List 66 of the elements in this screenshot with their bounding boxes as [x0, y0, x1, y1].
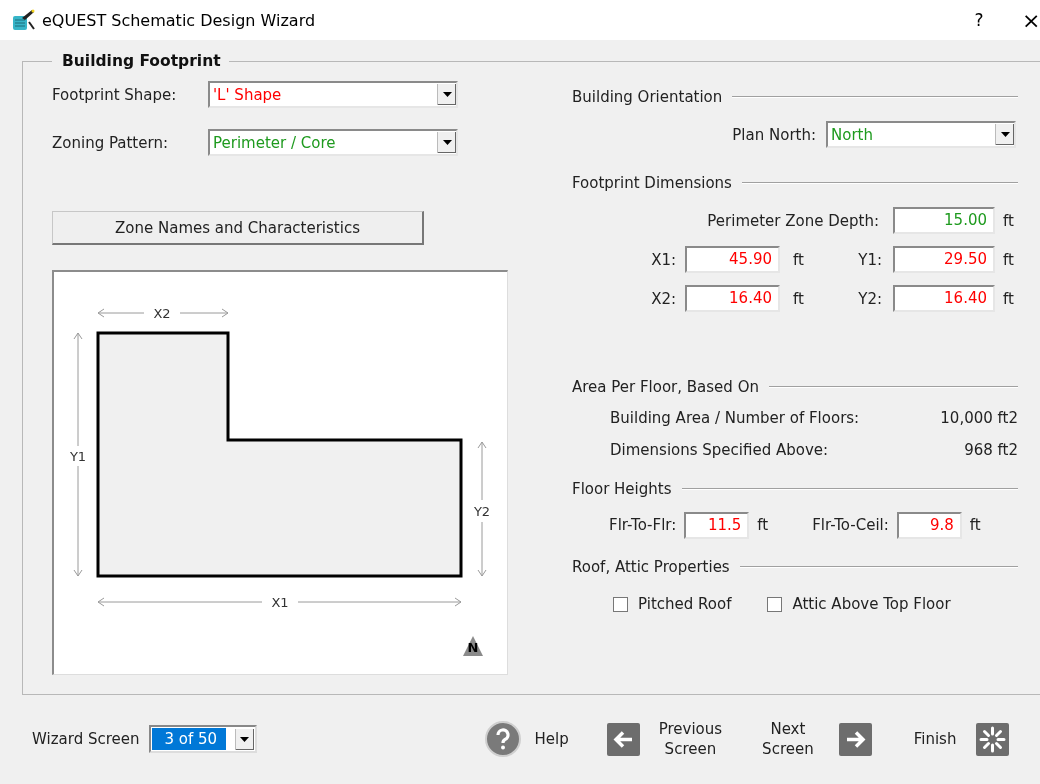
help-icon: [484, 721, 521, 757]
field-label: Footprint Shape:: [52, 85, 178, 104]
number-field[interactable]: 29.50: [893, 246, 995, 273]
section-heading: Floor Heights: [572, 480, 672, 498]
dimension-label: Y2: [473, 503, 491, 519]
caret-icon: [442, 140, 452, 145]
section-heading: Building Orientation: [572, 88, 723, 106]
checkbox[interactable]: [613, 596, 628, 612]
section-heading: Roof, Attic Properties: [572, 558, 730, 576]
caret-icon: [240, 736, 249, 742]
section-heading: Footprint Dimensions: [572, 174, 732, 192]
window-title: eQUEST Schematic Design Wizard: [42, 10, 316, 30]
next-screen-button[interactable]: Next Screen: [762, 719, 872, 759]
number-field[interactable]: 9.8: [896, 511, 962, 539]
dropdown-value: Perimeter / Core: [213, 133, 336, 152]
checkbox[interactable]: [767, 596, 783, 612]
field-label: X1:: [650, 250, 676, 269]
unit-label: ft: [1003, 211, 1014, 230]
app-icon: [12, 9, 36, 31]
dropdown-value: 'L' Shape: [213, 85, 282, 104]
field-label: Perimeter Zone Depth:: [706, 211, 879, 230]
north-arrow-icon: N: [463, 636, 483, 656]
number-field[interactable]: 16.40: [893, 285, 995, 312]
caret-icon: [1000, 132, 1010, 137]
number-field[interactable]: 45.90: [685, 246, 780, 273]
checkbox-label: Attic Above Top Floor: [792, 595, 951, 613]
help-button[interactable]: Help: [484, 721, 569, 757]
field-label: Zoning Pattern:: [52, 133, 169, 152]
field-label: Flr-To-Ceil:: [812, 516, 889, 534]
dropdown[interactable]: North: [826, 121, 1016, 148]
area-value: 10,000 ft2: [940, 409, 1018, 429]
area-label: Building Area / Number of Floors:: [610, 409, 860, 429]
dimension-label: X2: [153, 305, 171, 321]
dropdown[interactable]: 'L' Shape: [208, 81, 458, 108]
help-button[interactable]: ?: [964, 10, 994, 30]
dimension-label: X1: [271, 594, 289, 610]
caret-icon: [442, 92, 452, 97]
field-label: Y2:: [857, 289, 882, 308]
wizard-screen-label: Wizard Screen: [32, 730, 140, 748]
close-button[interactable]: ×: [1022, 7, 1038, 33]
unit-label: ft: [1003, 250, 1014, 269]
dimension-label: Y1: [69, 448, 87, 464]
unit-label: ft: [757, 516, 769, 534]
unit-label: ft: [793, 250, 805, 269]
number-field[interactable]: 16.40: [685, 285, 780, 312]
area-value: 968 ft2: [964, 441, 1018, 461]
section-heading: Area Per Floor, Based On: [572, 378, 759, 396]
finish-button[interactable]: Finish: [913, 722, 1010, 756]
field-label: Y1:: [857, 250, 882, 269]
group-title: Building Footprint: [61, 52, 222, 70]
zone-names-button[interactable]: Zone Names and Characteristics: [52, 211, 424, 245]
unit-label: ft: [793, 289, 805, 308]
dropdown-value: North: [831, 125, 873, 144]
checkbox-label: Pitched Roof: [638, 595, 732, 613]
field-label: X2:: [650, 289, 676, 308]
field-label: Plan North:: [732, 125, 816, 144]
unit-label: ft: [1003, 289, 1014, 308]
unit-label: ft: [969, 516, 981, 534]
number-field[interactable]: 11.5: [684, 511, 750, 539]
wizard-screen-dropdown[interactable]: 3 of 50: [148, 725, 257, 753]
field-label: Flr-To-Flr:: [609, 516, 677, 534]
sparkle-icon: [976, 722, 1010, 756]
area-label: Dimensions Specified Above:: [610, 441, 829, 461]
previous-screen-button[interactable]: Previous Screen: [606, 719, 723, 759]
number-field[interactable]: 15.00: [893, 207, 995, 234]
dropdown[interactable]: Perimeter / Core: [208, 129, 458, 156]
